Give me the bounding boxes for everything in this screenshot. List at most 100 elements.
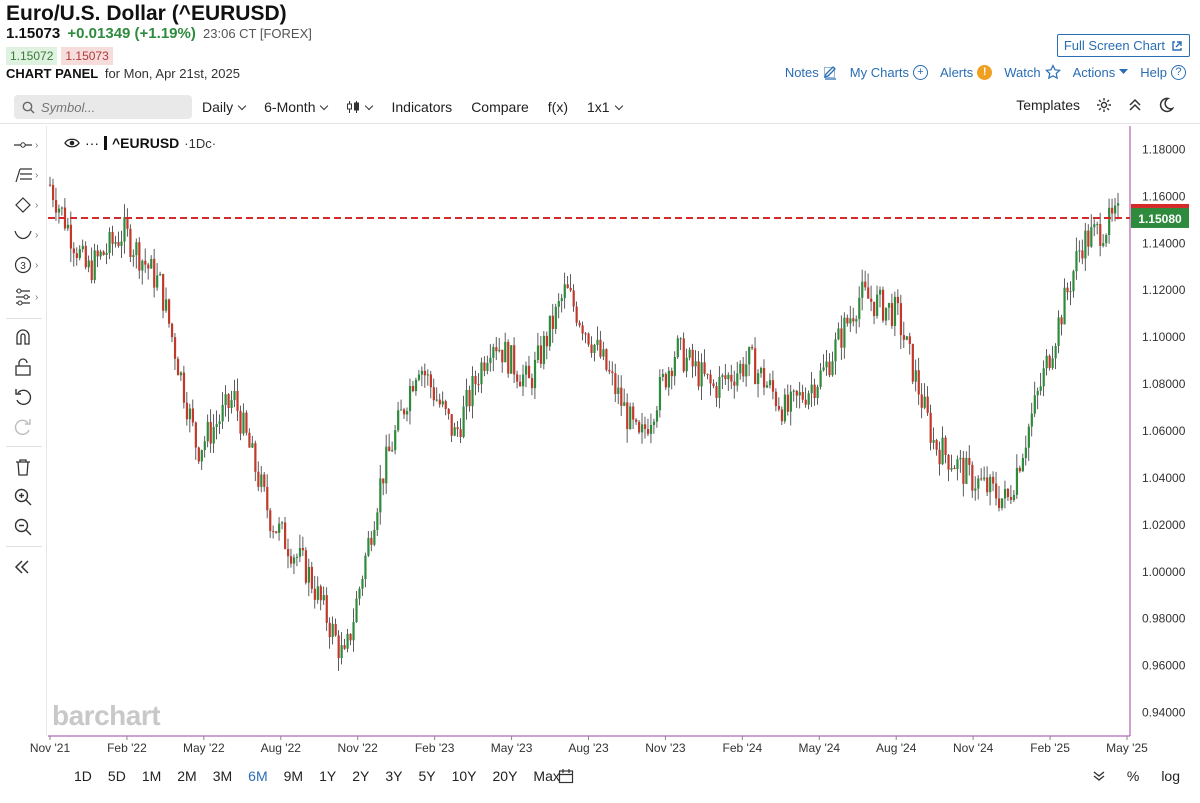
range-button-2m[interactable]: 2M <box>169 768 204 784</box>
candle-body <box>867 287 870 299</box>
candle-body <box>620 387 623 406</box>
candle-body <box>828 361 831 376</box>
candle-body <box>813 384 816 399</box>
range-button-1y[interactable]: 1Y <box>311 768 344 784</box>
y-tick-label: 1.18000 <box>1142 142 1186 156</box>
candle-body <box>846 317 849 324</box>
candle-body <box>1036 390 1039 396</box>
candle-body <box>554 306 557 329</box>
x-tick-label: Nov '21 <box>30 741 71 755</box>
candle-body <box>664 373 668 388</box>
candle-body <box>670 370 673 377</box>
candle-body <box>81 245 84 250</box>
x-tick-label: Feb '25 <box>1030 741 1070 755</box>
candle-body <box>1084 230 1087 259</box>
candle-body <box>995 483 998 499</box>
x-tick-label: Nov '24 <box>953 741 994 755</box>
candle-body <box>286 548 290 557</box>
candle-body <box>938 449 941 465</box>
range-button-10y[interactable]: 10Y <box>444 768 485 784</box>
candle-body <box>873 301 876 316</box>
candle-body <box>173 337 177 359</box>
candle-body <box>510 345 513 374</box>
candle-body <box>715 386 718 398</box>
eye-icon[interactable] <box>64 137 80 149</box>
candle-body <box>227 394 230 409</box>
candle-body <box>831 361 834 376</box>
candle-body <box>730 374 733 382</box>
candle-body <box>373 529 376 545</box>
candle-body <box>420 370 424 375</box>
candle-body <box>533 359 537 389</box>
candle-body <box>950 467 953 470</box>
candle-body <box>896 296 900 304</box>
range-button-1d[interactable]: 1D <box>66 768 100 784</box>
range-button-1m[interactable]: 1M <box>134 768 169 784</box>
range-button-3m[interactable]: 3M <box>205 768 240 784</box>
candle-body <box>890 303 894 326</box>
legend-timeframe: ·1Dc· <box>184 135 217 151</box>
candle-body <box>1078 250 1081 252</box>
range-button-9m[interactable]: 9M <box>276 768 311 784</box>
candle-body <box>453 427 456 436</box>
candle-body <box>632 406 635 420</box>
candle-body <box>998 498 1001 508</box>
double-chevron-down-icon[interactable] <box>1093 770 1105 782</box>
candle-body <box>450 414 453 436</box>
candle-body <box>397 410 400 431</box>
candle-body <box>165 299 168 311</box>
candle-body <box>566 284 569 289</box>
x-tick-label: Aug '23 <box>568 741 609 755</box>
candle-body <box>1024 447 1027 459</box>
candle-body <box>819 370 822 387</box>
candle-body <box>1000 498 1004 508</box>
y-tick-label: 1.16000 <box>1142 189 1186 203</box>
candle-body <box>72 248 75 254</box>
candle-body <box>135 242 138 256</box>
candle-body <box>1003 488 1007 499</box>
candle-body <box>917 370 920 395</box>
candle-body <box>456 427 459 430</box>
range-button-3y[interactable]: 3Y <box>377 768 410 784</box>
range-button-6m[interactable]: 6M <box>240 768 275 784</box>
x-tick-label: May '23 <box>491 741 533 755</box>
candle-body <box>804 399 807 405</box>
x-tick-label: Feb '23 <box>415 741 455 755</box>
range-button-2y[interactable]: 2Y <box>344 768 377 784</box>
candle-body <box>855 319 858 322</box>
range-button-20y[interactable]: 20Y <box>485 768 526 784</box>
candle-body <box>54 200 58 213</box>
candle-body <box>251 443 254 448</box>
range-button-5d[interactable]: 5D <box>100 768 134 784</box>
candle-body <box>346 633 349 649</box>
candle-body <box>739 363 742 374</box>
candle-body <box>870 298 873 302</box>
log-scale-button[interactable]: log <box>1161 768 1180 784</box>
range-button-5y[interactable]: 5Y <box>410 768 443 784</box>
candle-body <box>876 294 879 316</box>
percent-scale-button[interactable]: % <box>1127 768 1139 784</box>
candle-body <box>626 402 629 430</box>
calendar-icon[interactable] <box>558 768 574 784</box>
candle-body <box>206 421 209 442</box>
candle-body <box>391 450 394 452</box>
candle-body <box>405 411 409 415</box>
candle-body <box>879 289 882 295</box>
candle-body <box>462 406 465 438</box>
candle-body <box>233 390 236 401</box>
candle-body <box>941 437 944 465</box>
candle-body <box>489 357 492 363</box>
candle-body <box>176 358 180 376</box>
price-chart[interactable]: 1.18000 1.16000 1.14000 1.12000 1.10000 1.080… <box>0 0 1200 803</box>
candle-body <box>643 424 647 430</box>
candle-body <box>325 595 328 623</box>
x-tick-label: May '25 <box>1106 741 1148 755</box>
candle-body <box>1030 413 1033 427</box>
candle-body <box>578 322 581 326</box>
x-tick-label: Nov '22 <box>338 741 379 755</box>
legend-menu-dots[interactable]: ··· <box>85 135 99 151</box>
candle-body <box>530 378 534 389</box>
candle-body <box>114 242 117 244</box>
candle-body <box>974 488 977 491</box>
candle-body <box>358 588 361 599</box>
